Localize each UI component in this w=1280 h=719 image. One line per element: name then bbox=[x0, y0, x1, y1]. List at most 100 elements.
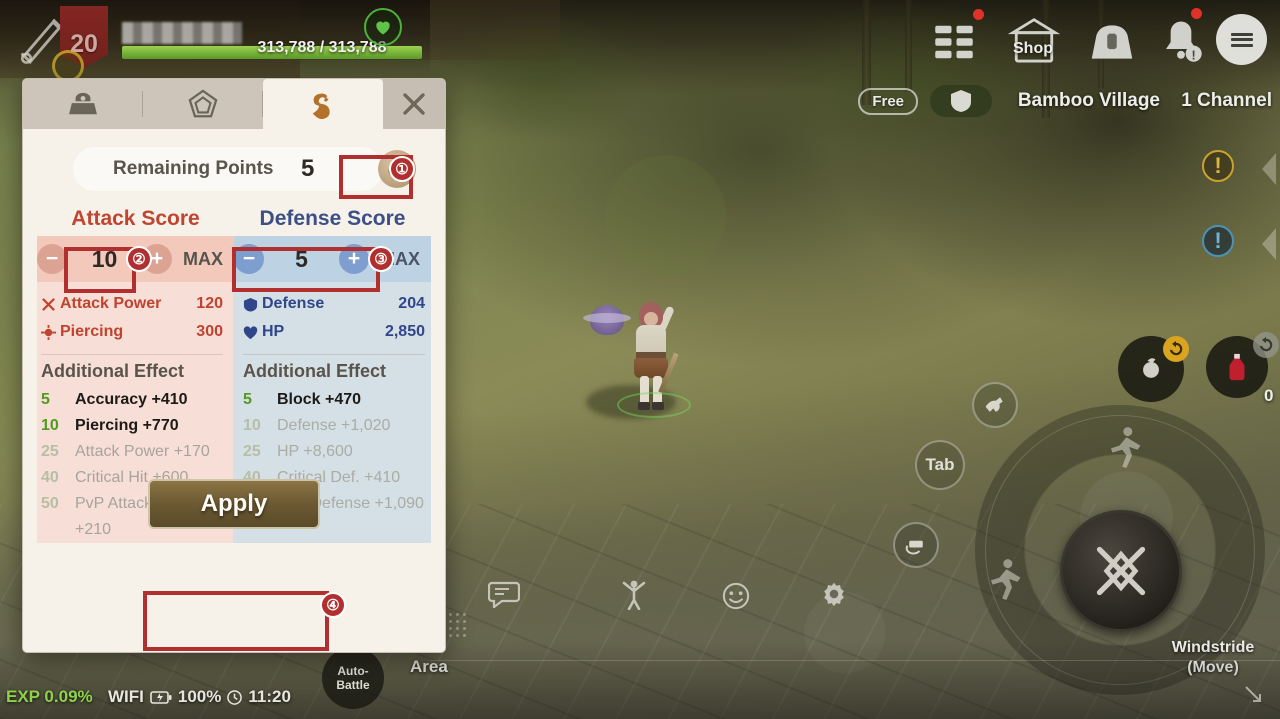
hamburger-icon[interactable] bbox=[1216, 14, 1267, 65]
divider bbox=[243, 354, 425, 355]
pet-companion bbox=[583, 305, 631, 335]
crossed-swords-icon bbox=[42, 297, 55, 311]
effect-row: 25 Attack Power +170 bbox=[41, 439, 223, 465]
network-label: WIFI bbox=[108, 687, 144, 706]
battery-label: 100% bbox=[177, 687, 222, 706]
stat-row: Piercing 300 bbox=[41, 318, 223, 346]
apply-button-wrapper: Apply bbox=[23, 479, 445, 529]
stat-row: Attack Power 120 bbox=[41, 290, 223, 318]
divider bbox=[41, 354, 223, 355]
effect-text: Defense +1,020 bbox=[277, 417, 391, 434]
tab-dragon[interactable] bbox=[263, 79, 383, 129]
free-badge[interactable]: Free bbox=[858, 88, 918, 115]
effect-text: Block +470 bbox=[277, 391, 362, 408]
defense-increment-button[interactable]: + bbox=[339, 244, 369, 274]
effect-row: 25 HP +8,600 bbox=[243, 439, 425, 465]
system-status-bar: WIFI 100% 11:20 bbox=[108, 687, 291, 707]
defense-score-stepper: − 5 + MAX bbox=[234, 236, 431, 282]
attack-additional-title: Additional Effect bbox=[41, 361, 184, 381]
effect-row: 10 Piercing +770 bbox=[41, 413, 223, 439]
attack-button[interactable] bbox=[1060, 510, 1182, 632]
annotation-number-2: ② bbox=[126, 246, 152, 272]
stat-label: HP bbox=[262, 323, 285, 340]
panel-tab-bar bbox=[23, 79, 445, 129]
bell-icon[interactable]: ! bbox=[1158, 17, 1204, 65]
effect-text: HP +8,600 bbox=[277, 443, 353, 460]
close-icon[interactable] bbox=[383, 79, 445, 129]
effect-row: 5 Accuracy +410 bbox=[41, 387, 223, 413]
stat-label: Attack Power bbox=[60, 295, 162, 312]
stat-value: 120 bbox=[196, 295, 223, 312]
mount-button[interactable] bbox=[972, 382, 1018, 428]
stat-label: Piercing bbox=[60, 323, 124, 340]
foliage-left bbox=[430, 10, 650, 140]
remaining-points-pill: Remaining Points 5 bbox=[73, 147, 383, 191]
effect-level: 10 bbox=[243, 417, 261, 434]
defense-decrement-button[interactable]: − bbox=[234, 244, 264, 274]
attack-score-title: Attack Score bbox=[71, 207, 200, 230]
quest-marker-gold[interactable]: ! bbox=[1202, 150, 1234, 182]
quest-arrow-blue bbox=[1262, 228, 1276, 260]
shop-label: Shop bbox=[1013, 40, 1053, 57]
stat-allocation-panel: Remaining Points 5 Attack Score Defense … bbox=[22, 78, 446, 653]
effect-level: 25 bbox=[243, 443, 261, 460]
effect-row: 5 Block +470 bbox=[243, 387, 425, 413]
game-screen: 20 313,788 / 313,788 Shop ! Free Bamboo … bbox=[0, 0, 1280, 719]
quest-marker-blue[interactable]: ! bbox=[1202, 225, 1234, 257]
tab-gem[interactable] bbox=[143, 79, 263, 129]
tab-target-button[interactable]: Tab bbox=[915, 440, 965, 490]
auto-battle-button[interactable]: Auto- Battle bbox=[322, 647, 384, 709]
battery-icon bbox=[150, 690, 172, 704]
effect-text: Piercing +770 bbox=[75, 417, 179, 434]
auto-battle-line-2: Battle bbox=[336, 678, 370, 692]
effect-text: Attack Power +170 bbox=[75, 443, 210, 460]
attack-max-button[interactable]: MAX bbox=[172, 249, 234, 270]
annotation-number-4: ④ bbox=[320, 592, 346, 618]
stat-value: 300 bbox=[196, 323, 223, 340]
refresh-badge-icon bbox=[1163, 336, 1189, 362]
grid-menu-icon[interactable] bbox=[932, 22, 976, 62]
remaining-points-label: Remaining Points bbox=[113, 158, 274, 179]
player-status-hud: 20 313,788 / 313,788 bbox=[0, 0, 430, 82]
bottom-divider bbox=[430, 660, 1280, 661]
effect-level: 25 bbox=[41, 443, 59, 460]
stat-value: 204 bbox=[398, 295, 425, 312]
character-selection-ring bbox=[617, 392, 691, 418]
effect-row: 10 Defense +1,020 bbox=[243, 413, 425, 439]
auto-battle-line-1: Auto- bbox=[337, 664, 369, 678]
heart-icon[interactable] bbox=[364, 8, 402, 46]
svg-text:!: ! bbox=[1192, 48, 1196, 62]
clock-label: 11:20 bbox=[248, 687, 291, 706]
stat-row: Defense 204 bbox=[243, 290, 425, 318]
camera-toggle-button[interactable] bbox=[893, 522, 939, 568]
area-label: Area bbox=[410, 657, 448, 676]
panel-body: Remaining Points 5 Attack Score Defense … bbox=[23, 147, 445, 543]
top-right-hud: Shop ! Free Bamboo Village 1 Channel bbox=[858, 0, 1280, 130]
apply-button[interactable]: Apply bbox=[148, 479, 320, 529]
remaining-points-row: Remaining Points 5 bbox=[37, 147, 431, 191]
stat-label: Defense bbox=[262, 295, 325, 312]
piercing-arrow-icon bbox=[41, 324, 56, 340]
annotation-number-1: ① bbox=[389, 156, 415, 182]
stat-value: 2,850 bbox=[384, 323, 425, 340]
channel-label[interactable]: 1 Channel bbox=[1181, 90, 1272, 112]
defense-score-value: 5 bbox=[295, 245, 308, 272]
shield-icon bbox=[243, 297, 258, 312]
bag-icon[interactable] bbox=[1086, 18, 1138, 66]
notification-dot-bell bbox=[1191, 8, 1202, 19]
shield-icon[interactable] bbox=[930, 85, 992, 117]
defense-score-title: Defense Score bbox=[259, 207, 406, 230]
run-glyph-bottom-icon bbox=[985, 558, 1025, 600]
tab-equipment[interactable] bbox=[23, 79, 143, 129]
quest-arrow-gold bbox=[1262, 153, 1276, 185]
run-glyph-top-icon bbox=[1105, 426, 1145, 468]
effect-level: 10 bbox=[41, 417, 59, 434]
minimap-expand-icon[interactable] bbox=[1244, 685, 1262, 703]
stat-row: HP 2,850 bbox=[243, 318, 425, 346]
heart-icon bbox=[243, 325, 258, 339]
location-name: Bamboo Village bbox=[1017, 90, 1160, 111]
remaining-points-value: 5 bbox=[301, 155, 315, 182]
score-headers: Attack Score Defense Score bbox=[37, 207, 431, 231]
potion-count: 0 bbox=[1264, 386, 1274, 405]
attack-decrement-button[interactable]: − bbox=[37, 244, 67, 274]
